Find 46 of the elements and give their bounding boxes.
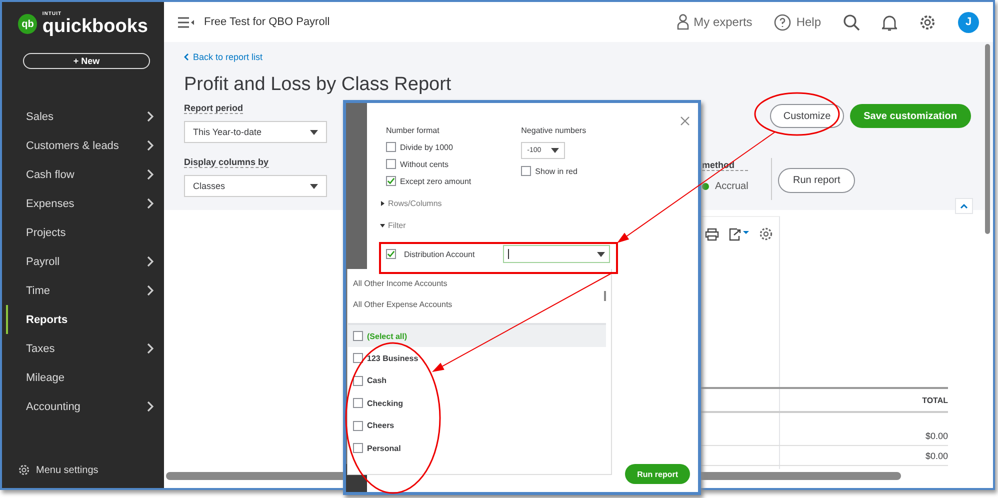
menu-settings-link[interactable]: Menu settings: [36, 464, 98, 476]
checkbox-label: Except zero amount: [400, 176, 472, 186]
logo-wordmark: quickbooks: [42, 17, 148, 36]
sidebar-item[interactable]: Time: [6, 276, 164, 305]
sidebar-item[interactable]: Reports: [6, 305, 164, 334]
list-item[interactable]: All Other Income Accounts: [348, 273, 611, 294]
back-link[interactable]: Back to report list: [193, 52, 263, 62]
sidebar-item[interactable]: Customers & leads: [6, 131, 164, 160]
column-header: TOTAL: [922, 396, 948, 404]
sidebar-item[interactable]: Expenses: [6, 189, 164, 218]
list-item[interactable]: Cheers: [367, 421, 394, 430]
section-label: Number format: [386, 126, 440, 135]
sidebar-item[interactable]: Projects: [6, 218, 164, 247]
company-name: Free Test for QBO Payroll: [204, 16, 330, 28]
table-cell: $0.00: [925, 430, 948, 440]
section-toggle[interactable]: Filter: [380, 221, 698, 230]
display-columns-select[interactable]: Classes: [184, 175, 327, 197]
checkbox-label: Without cents: [400, 160, 448, 168]
logo-mark: qb: [18, 14, 38, 34]
customize-button[interactable]: Customize: [770, 104, 844, 128]
list-item[interactable]: Cash: [367, 376, 387, 386]
new-button[interactable]: + New: [23, 53, 150, 69]
help-link[interactable]: Help: [796, 15, 821, 29]
filter-label: Distribution Account: [404, 250, 475, 258]
field-label: Display columns by: [184, 157, 269, 168]
sidebar-item[interactable]: Sales: [6, 102, 164, 131]
section-toggle[interactable]: Rows/Columns: [380, 199, 698, 208]
sidebar-item[interactable]: Cash flow: [6, 160, 164, 189]
list-item[interactable]: Checking: [367, 398, 404, 408]
sidebar-item[interactable]: Payroll: [6, 247, 164, 276]
report-title: Profit and Loss by Class Report: [184, 74, 452, 96]
list-item[interactable]: All Other Expense Accounts: [348, 294, 611, 315]
sidebar-item[interactable]: Taxes: [6, 334, 164, 363]
section-label: Negative numbers: [521, 126, 586, 135]
my-experts-link[interactable]: My experts: [694, 15, 752, 29]
sidebar-item[interactable]: Mileage: [6, 363, 164, 392]
report-period-select[interactable]: This Year-to-date: [184, 121, 327, 143]
list-item[interactable]: Personal: [367, 444, 401, 453]
checkbox-label: Show in red: [535, 166, 578, 176]
field-label: Report period: [184, 103, 244, 114]
checkbox-label: Divide by 1000: [400, 142, 453, 152]
radio-label: Accrual: [715, 181, 748, 192]
run-report-button[interactable]: Run report: [778, 168, 856, 193]
table-cell: $0.00: [925, 450, 948, 460]
sidebar-item[interactable]: Accounting: [6, 392, 164, 421]
list-item[interactable]: 123 Business: [367, 354, 418, 363]
